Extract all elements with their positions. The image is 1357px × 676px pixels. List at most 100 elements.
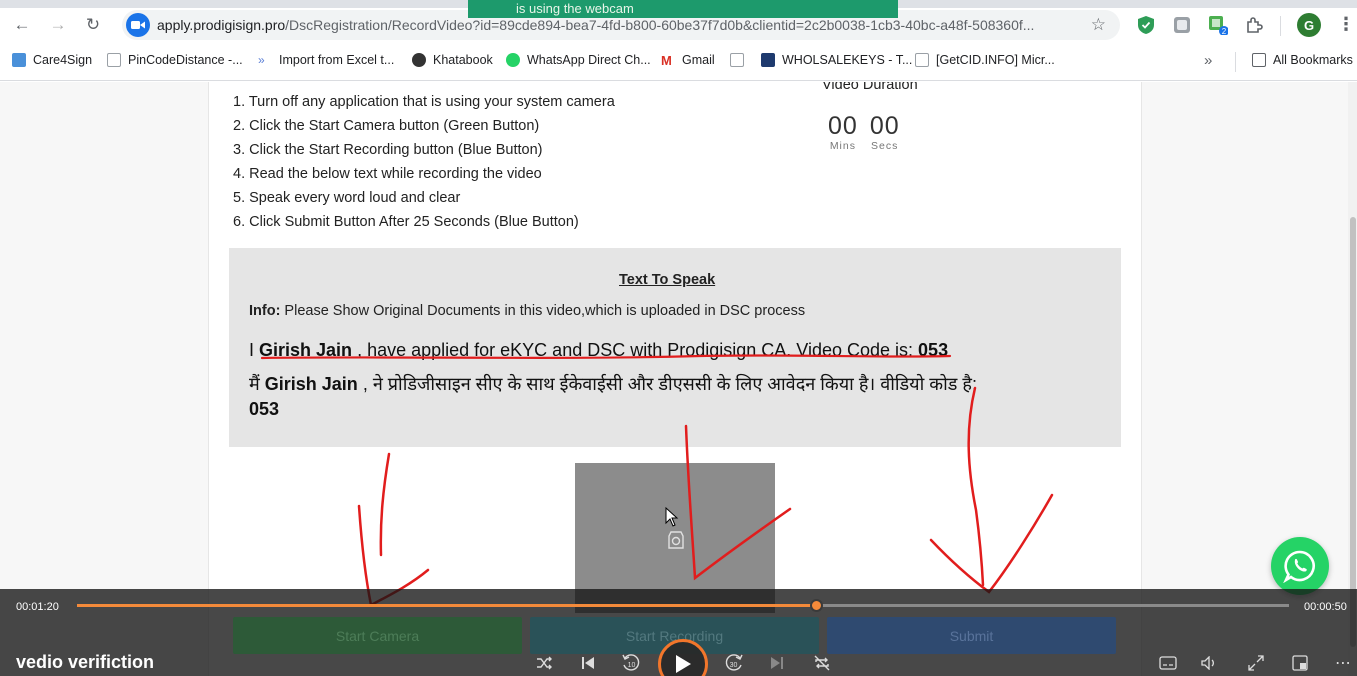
bookmark-care4sign[interactable]: Care4Sign	[12, 53, 92, 67]
text-to-speak-box: Text To Speak Info: Please Show Original…	[229, 248, 1121, 447]
en-body: , have applied for eKYC and DSC with Pro…	[352, 340, 919, 360]
whatsapp-icon	[1283, 550, 1315, 583]
en-prefix: I	[249, 340, 260, 360]
applicant-name: Girish Jain	[259, 340, 353, 360]
extension-badge: 2	[1222, 27, 1227, 35]
shield-extension-icon[interactable]	[1135, 14, 1157, 36]
page-icon	[915, 53, 929, 67]
bookmark-khatabook[interactable]: Khatabook	[412, 53, 493, 67]
info-text: Please Show Original Documents in this v…	[280, 303, 806, 319]
elapsed-time: 00:01:20	[16, 601, 59, 613]
bookmark-label: WhatsApp Direct Ch...	[527, 53, 651, 67]
bookmark-label: Care4Sign	[33, 53, 93, 67]
instruction-item: 4. Read the below text while recording t…	[233, 166, 542, 182]
seek-handle[interactable]	[810, 599, 824, 612]
remaining-time: 00:00:50	[1304, 601, 1347, 613]
url-text[interactable]: apply.prodigisign.pro/DscRegistration/Re…	[157, 17, 1082, 33]
bookmarks-overflow-icon[interactable]: »	[1204, 52, 1212, 69]
next-track-icon[interactable]	[766, 652, 788, 674]
puzzle-icon[interactable]	[1243, 14, 1265, 36]
bookmark-gmail[interactable]: M Gmail	[661, 53, 715, 68]
camera-in-use-icon[interactable]	[126, 13, 150, 37]
bookmark-label: Import from Excel t...	[279, 53, 395, 67]
whatsapp-chat-button[interactable]	[1271, 537, 1329, 595]
repeat-off-icon[interactable]	[811, 652, 833, 674]
grid-extension-icon[interactable]: 2	[1207, 14, 1229, 36]
instruction-list: 1. Turn off any application that is usin…	[233, 90, 615, 234]
bookmark-label: WHOLSALEKEYS - T...	[782, 53, 913, 67]
forward-icon[interactable]: →	[45, 12, 71, 38]
hi-prefix: मैं	[249, 374, 265, 394]
scrollbar-thumb[interactable]	[1350, 217, 1356, 647]
info-label: Info:	[249, 303, 281, 319]
khatabook-icon	[412, 53, 426, 67]
start-camera-button[interactable]: Start Camera	[233, 617, 522, 654]
bookmark-pincode[interactable]: PinCodeDistance -...	[107, 53, 243, 67]
all-bookmarks-label: All Bookmarks	[1273, 53, 1353, 67]
bookmarks-divider	[1235, 52, 1236, 72]
video-code-hi: 053	[249, 399, 280, 419]
more-options-icon[interactable]: ⋯	[1332, 652, 1354, 674]
mini-player-icon[interactable]	[1289, 652, 1311, 674]
bookmark-whatsapp[interactable]: WhatsApp Direct Ch...	[506, 53, 651, 67]
all-bookmarks[interactable]: All Bookmarks	[1252, 53, 1353, 67]
instruction-item: 1. Turn off any application that is usin…	[233, 94, 615, 110]
profile-avatar[interactable]: G	[1297, 13, 1321, 37]
bookmark-star-icon[interactable]: ☆	[1091, 15, 1106, 35]
forward-label: 30	[730, 662, 738, 669]
wholsalekeys-icon	[761, 53, 775, 67]
rewind-label: 10	[628, 662, 636, 669]
screen: ← → ↻ apply.prodigisign.pro/DscRegistrat…	[0, 0, 1357, 676]
bookmark-label: PinCodeDistance -...	[128, 53, 243, 67]
bookmark-label: Gmail	[682, 53, 715, 67]
speak-text-hindi: मैं Girish Jain , ने प्रोडिजीसाइन सीए के…	[249, 372, 1109, 422]
captions-icon[interactable]	[1157, 652, 1179, 674]
back-icon[interactable]: ←	[9, 12, 35, 38]
forward-30-icon[interactable]: 30	[723, 652, 745, 674]
mouse-cursor	[665, 507, 679, 527]
instruction-item: 5. Speak every word loud and clear	[233, 190, 461, 206]
volume-icon[interactable]	[1198, 652, 1220, 674]
seconds-label: Secs	[871, 140, 899, 152]
bookmark-label: Khatabook	[433, 53, 493, 67]
bookmark-label: [GetCID.INFO] Micr...	[936, 53, 1055, 67]
play-icon	[676, 655, 691, 673]
timer-minutes: 00 Mins	[828, 112, 858, 152]
webcam-notification: is using the webcam	[468, 0, 898, 18]
bookmark-wholsalekeys[interactable]: WHOLSALEKEYS - T...	[761, 53, 912, 67]
minutes-label: Mins	[829, 140, 856, 152]
instruction-item: 3. Click the Start Recording button (Blu…	[233, 142, 543, 158]
speak-text-english: I Girish Jain , have applied for eKYC an…	[249, 340, 948, 361]
reload-icon[interactable]: ↻	[80, 12, 106, 38]
bookmark-untitled[interactable]	[730, 53, 751, 67]
seconds-value: 00	[869, 112, 900, 140]
page-icon	[730, 53, 744, 67]
rewind-10-icon[interactable]: 10	[620, 652, 642, 674]
page-icon	[107, 53, 121, 67]
toolbar-divider	[1280, 16, 1281, 36]
shuffle-icon[interactable]	[533, 652, 555, 674]
video-code: 053	[918, 340, 949, 360]
camera-placeholder-icon	[665, 528, 687, 555]
previous-track-icon[interactable]	[577, 652, 599, 674]
timer-seconds: 00 Secs	[870, 112, 900, 152]
duration-timer: 00 Mins 00 Secs	[828, 112, 900, 152]
webcam-notification-text: is using the webcam	[516, 1, 634, 16]
extension-icon[interactable]	[1171, 14, 1193, 36]
bookmarks-bar: Care4Sign PinCodeDistance -... » Import f…	[0, 42, 1357, 81]
submit-button[interactable]: Submit	[827, 617, 1116, 654]
seek-bar[interactable]	[77, 599, 1289, 612]
video-duration-title: Video Duration	[822, 82, 918, 93]
instruction-item: 2. Click the Start Camera button (Green …	[233, 118, 540, 134]
browser-menu-icon[interactable]: ⋮	[1337, 14, 1355, 35]
seek-bar-progress	[77, 604, 817, 607]
applicant-name-hi: Girish Jain	[264, 374, 358, 394]
fullscreen-icon[interactable]	[1245, 652, 1267, 674]
text-to-speak-title: Text To Speak	[619, 272, 716, 288]
instruction-item: 6. Click Submit Button After 25 Seconds …	[233, 214, 579, 230]
bookmark-import-excel[interactable]: » Import from Excel t...	[258, 53, 394, 67]
page-content: 1. Turn off any application that is usin…	[0, 82, 1357, 676]
video-player-controls: 00:01:20 00:00:50 Start Camera Start Rec…	[0, 589, 1357, 676]
folder-icon	[1252, 53, 1266, 67]
bookmark-getcid[interactable]: [GetCID.INFO] Micr...	[915, 53, 1055, 67]
